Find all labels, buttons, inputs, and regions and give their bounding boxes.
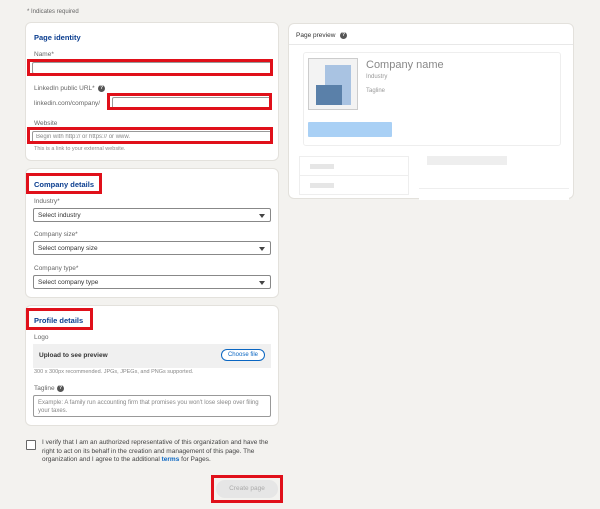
page-preview-card: Page preview ? Company name Industry Tag…	[288, 23, 574, 200]
preview-skeleton-row	[299, 156, 409, 176]
preview-company-card: Company name Industry Tagline	[303, 52, 561, 146]
preview-industry: Industry	[366, 74, 388, 80]
url-input[interactable]	[112, 97, 271, 109]
company-type-select-value: Select company type	[38, 279, 99, 286]
company-details-title: Company details	[34, 180, 95, 189]
verify-text-after: for Pages.	[179, 456, 211, 463]
preview-company-name: Company name	[366, 59, 444, 71]
preview-follow-button	[308, 122, 392, 137]
industry-label: Industry*	[34, 198, 60, 205]
name-label: Name*	[34, 51, 54, 58]
help-icon[interactable]: ?	[98, 85, 105, 92]
tagline-textarea[interactable]: Example: A family run accounting firm th…	[33, 395, 271, 417]
website-hint: This is a link to your external website.	[34, 146, 126, 152]
company-type-label: Company type*	[34, 265, 79, 272]
company-size-select[interactable]: Select company size	[33, 241, 271, 255]
chevron-down-icon	[259, 214, 265, 218]
terms-link[interactable]: terms	[162, 456, 180, 463]
logo-hint: 300 x 300px recommended. JPGs, JPEGs, an…	[34, 369, 194, 375]
logo-upload-area: Upload to see preview Choose file	[33, 344, 271, 368]
name-input[interactable]	[32, 62, 272, 74]
page-identity-title: Page identity	[34, 33, 81, 42]
url-label: LinkedIn public URL*	[34, 85, 95, 92]
website-input[interactable]	[32, 131, 272, 143]
help-icon[interactable]: ?	[57, 385, 64, 392]
preview-skeleton-block	[419, 188, 569, 200]
company-details-card: Company details Industry* Select industr…	[25, 168, 279, 298]
chevron-down-icon	[259, 281, 265, 285]
preview-tagline: Tagline	[366, 88, 386, 94]
choose-file-button[interactable]: Choose file	[220, 349, 265, 361]
tagline-label: Tagline	[34, 385, 55, 392]
industry-select-value: Select industry	[38, 212, 81, 219]
preview-logo	[308, 58, 358, 110]
url-prefix: linkedin.com/company/	[34, 100, 101, 107]
company-type-select[interactable]: Select company type	[33, 275, 271, 289]
profile-details-card: Profile details Logo Upload to see previ…	[25, 305, 279, 426]
profile-details-title: Profile details	[34, 316, 84, 325]
industry-select[interactable]: Select industry	[33, 208, 271, 222]
chevron-down-icon	[259, 247, 265, 251]
upload-label: Upload to see preview	[39, 352, 108, 359]
verify-text: I verify that I am an authorized represe…	[42, 439, 282, 465]
verify-text-before: I verify that I am an authorized represe…	[42, 439, 269, 463]
logo-label: Logo	[34, 334, 49, 341]
company-size-label: Company size*	[34, 231, 78, 238]
page-preview-title: Page preview	[296, 32, 336, 39]
page-identity-card: Page identity Name* LinkedIn public URL*…	[25, 22, 279, 161]
required-note: * Indicates required	[27, 9, 79, 15]
website-label: Website	[34, 120, 58, 127]
company-size-select-value: Select company size	[38, 245, 98, 252]
logo-placeholder-icon	[316, 85, 342, 105]
page-preview-header: Page preview	[296, 32, 335, 39]
preview-skeleton-row	[299, 175, 409, 195]
preview-skeleton-block	[419, 156, 569, 168]
create-page-button[interactable]: Create page	[216, 480, 278, 498]
verify-checkbox[interactable]	[26, 440, 36, 450]
divider	[289, 44, 573, 45]
help-icon[interactable]: ?	[340, 32, 347, 39]
